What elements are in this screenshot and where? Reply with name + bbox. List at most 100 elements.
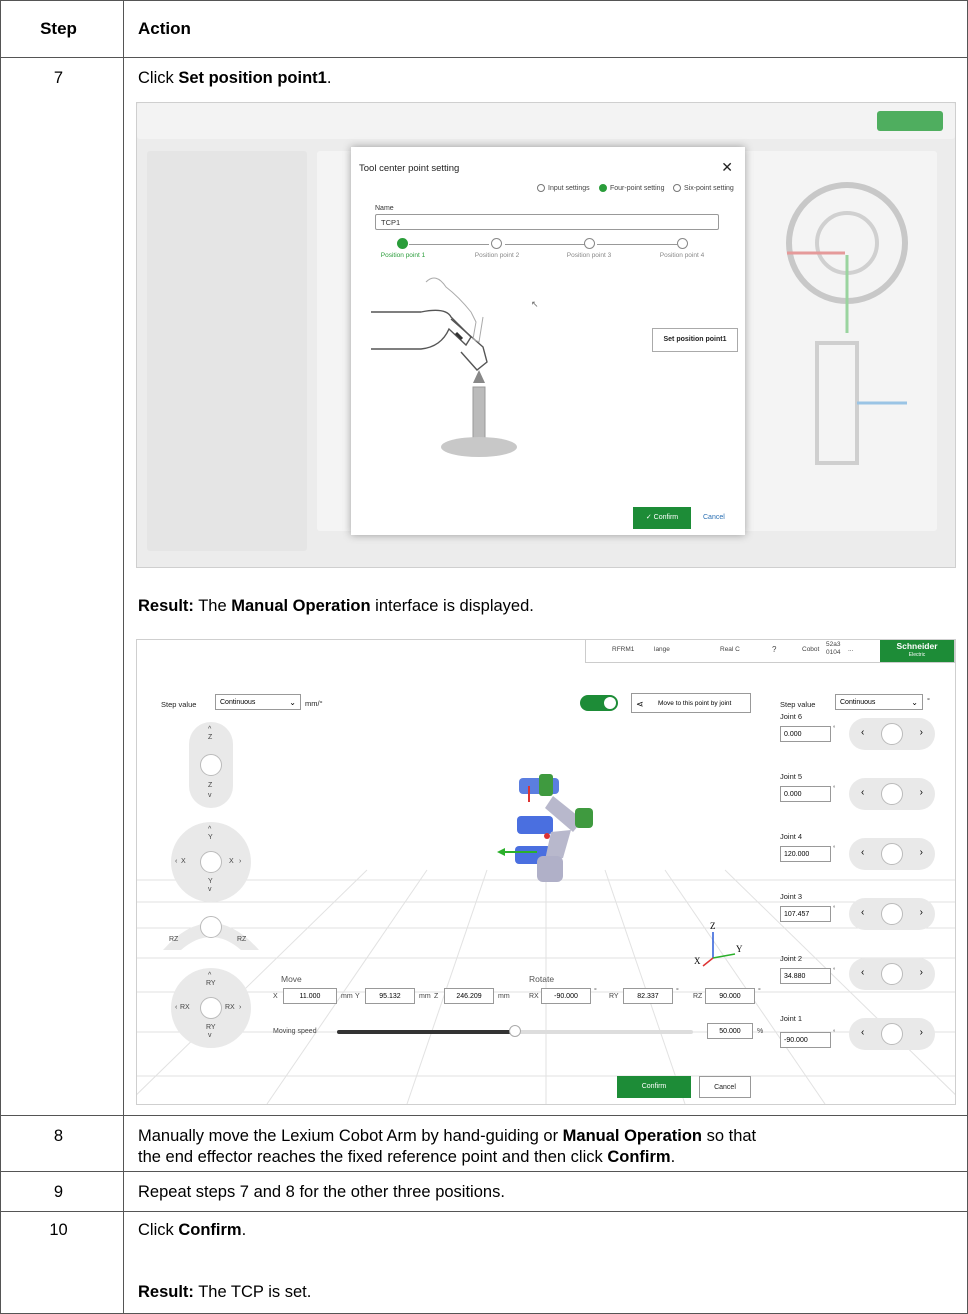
step-instruction: Click Set position point1.	[138, 68, 331, 89]
joint3-input[interactable]: 107.457	[780, 906, 831, 922]
joint6-input[interactable]: 0.000	[780, 726, 831, 742]
name-input[interactable]: TCP1	[375, 214, 719, 230]
chevron-down-icon[interactable]: v	[208, 1032, 212, 1039]
cursor-icon: ↖	[531, 299, 539, 309]
radio-six-point[interactable]: Six-point setting	[673, 184, 734, 192]
chevron-left-icon[interactable]: ‹	[861, 967, 864, 978]
y-input[interactable]: 95.132	[365, 988, 415, 1004]
close-icon[interactable]: ✕	[721, 159, 733, 176]
joint1-input[interactable]: -90.000	[780, 1032, 831, 1048]
manual-operation-screenshot: RFRM1 lange Real C ? Cobot 52a3 0104 ...…	[136, 639, 956, 1105]
confirm-button[interactable]: ✓ Confirm	[633, 507, 691, 529]
radio-four-point[interactable]: Four-point setting	[599, 184, 664, 192]
joint1-knob[interactable]	[881, 1023, 903, 1045]
chevron-left-icon[interactable]: ‹	[861, 727, 864, 738]
set-position-point1-button[interactable]: Set position point1	[652, 328, 738, 352]
joint3-knob[interactable]	[881, 903, 903, 925]
rxry-knob[interactable]	[200, 997, 222, 1019]
table-border	[123, 0, 124, 1314]
step-dot	[677, 238, 688, 249]
chevron-right-icon[interactable]: ›	[920, 847, 923, 858]
cancel-button[interactable]: Cancel	[699, 1076, 751, 1098]
move-to-point-button[interactable]: ⋖ Move to this point by joint	[631, 693, 751, 713]
robot-model	[497, 774, 593, 882]
joint2-knob[interactable]	[881, 963, 903, 985]
x-label: X	[273, 993, 278, 1000]
rz-knob[interactable]	[200, 916, 222, 938]
xy-knob[interactable]	[200, 851, 222, 873]
step-value-select[interactable]: Continuous ⌄	[215, 694, 301, 710]
rz-input[interactable]: 90.000	[705, 988, 755, 1004]
joint1-jog: ‹ ›	[849, 1018, 935, 1050]
toggle-switch[interactable]	[580, 695, 618, 711]
chevron-left-icon[interactable]: ‹	[861, 907, 864, 918]
z-label: Z	[434, 993, 439, 1000]
procedure-table: Step Action 7 Click Set position point1.…	[0, 0, 968, 1314]
unit-label: mm	[341, 993, 353, 1000]
joint4-knob[interactable]	[881, 843, 903, 865]
chevron-down-icon[interactable]: v	[208, 792, 212, 799]
chevron-left-icon[interactable]: ‹	[861, 787, 864, 798]
rx-input[interactable]: -90.000	[541, 988, 591, 1004]
chevron-up-icon[interactable]: ^	[208, 726, 211, 733]
z-input[interactable]: 246.209	[444, 988, 494, 1004]
speed-input[interactable]: 50.000	[707, 1023, 753, 1039]
chevron-left-icon[interactable]: ‹	[175, 858, 177, 865]
cancel-link[interactable]: Cancel	[703, 507, 725, 529]
chevron-up-icon[interactable]: ^	[208, 972, 211, 979]
joint6-knob[interactable]	[881, 723, 903, 745]
toolbar-frame[interactable]: RFRM1	[612, 646, 634, 653]
chevron-right-icon[interactable]: ›	[239, 858, 241, 865]
chevron-right-icon[interactable]: ›	[920, 967, 923, 978]
chevron-right-icon[interactable]: ›	[920, 787, 923, 798]
radio-input-settings[interactable]: Input settings	[537, 184, 590, 192]
step-value-label: Step value	[780, 700, 816, 709]
step-dot	[584, 238, 595, 249]
brand-logo: Schneider Electric	[880, 640, 954, 662]
toolbar-id1: 52a3	[826, 641, 841, 648]
chevron-right-icon[interactable]: ›	[920, 727, 923, 738]
instruction-line: Manually move the Lexium Cobot Arm by ha…	[138, 1126, 958, 1147]
table-border	[0, 0, 968, 1]
progress-line	[409, 244, 489, 245]
chevron-left-icon[interactable]: ‹	[861, 847, 864, 858]
joint5-input[interactable]: 0.000	[780, 786, 831, 802]
z-knob[interactable]	[200, 754, 222, 776]
joint3-label: Joint 3	[780, 892, 803, 901]
help-icon[interactable]: ?	[772, 645, 776, 654]
table-border	[0, 57, 968, 58]
chevron-right-icon[interactable]: ›	[920, 907, 923, 918]
x-input[interactable]: 11.000	[283, 988, 337, 1004]
joint6-jog: ‹ ›	[849, 718, 935, 750]
joint4-input[interactable]: 120.000	[780, 846, 831, 862]
step-number: 8	[53, 1127, 64, 1145]
joint2-input[interactable]: 34.880	[780, 968, 831, 984]
chevron-left-icon[interactable]: ‹	[175, 1004, 177, 1011]
speed-slider[interactable]	[337, 1025, 693, 1037]
instruction-text: .	[326, 69, 332, 87]
chevron-up-icon[interactable]: ^	[208, 826, 211, 833]
chevron-left-icon[interactable]: ‹	[861, 1027, 864, 1038]
chevron-right-icon[interactable]: ›	[920, 1027, 923, 1038]
toolbar-mode[interactable]: Real C	[720, 646, 740, 653]
ry-input[interactable]: 82.337	[623, 988, 673, 1004]
step-instruction: Click Confirm.	[138, 1220, 246, 1241]
toolbar-tool[interactable]: lange	[654, 646, 670, 653]
chevron-right-icon[interactable]: ›	[239, 1004, 241, 1011]
step-value-select[interactable]: Continuous ⌄	[835, 694, 923, 710]
blurred-button	[877, 111, 943, 131]
degree-label: °	[676, 988, 679, 995]
toggle-knob	[604, 697, 616, 709]
confirm-button[interactable]: Confirm	[617, 1076, 691, 1098]
chevron-down-icon[interactable]: v	[208, 886, 212, 893]
axis-gizmo: Z Y X	[694, 922, 743, 967]
speed-slider-thumb[interactable]	[509, 1025, 521, 1037]
result-label: Result:	[138, 597, 194, 615]
joint5-knob[interactable]	[881, 783, 903, 805]
rz-label: RZ	[693, 993, 703, 1000]
instruction-text: .	[241, 1221, 247, 1239]
rotate-label: Rotate	[529, 974, 555, 984]
toolbar-cobot[interactable]: Cobot	[802, 646, 819, 653]
more-icon[interactable]: ...	[848, 646, 853, 653]
instruction-bold: Confirm	[178, 1221, 242, 1239]
